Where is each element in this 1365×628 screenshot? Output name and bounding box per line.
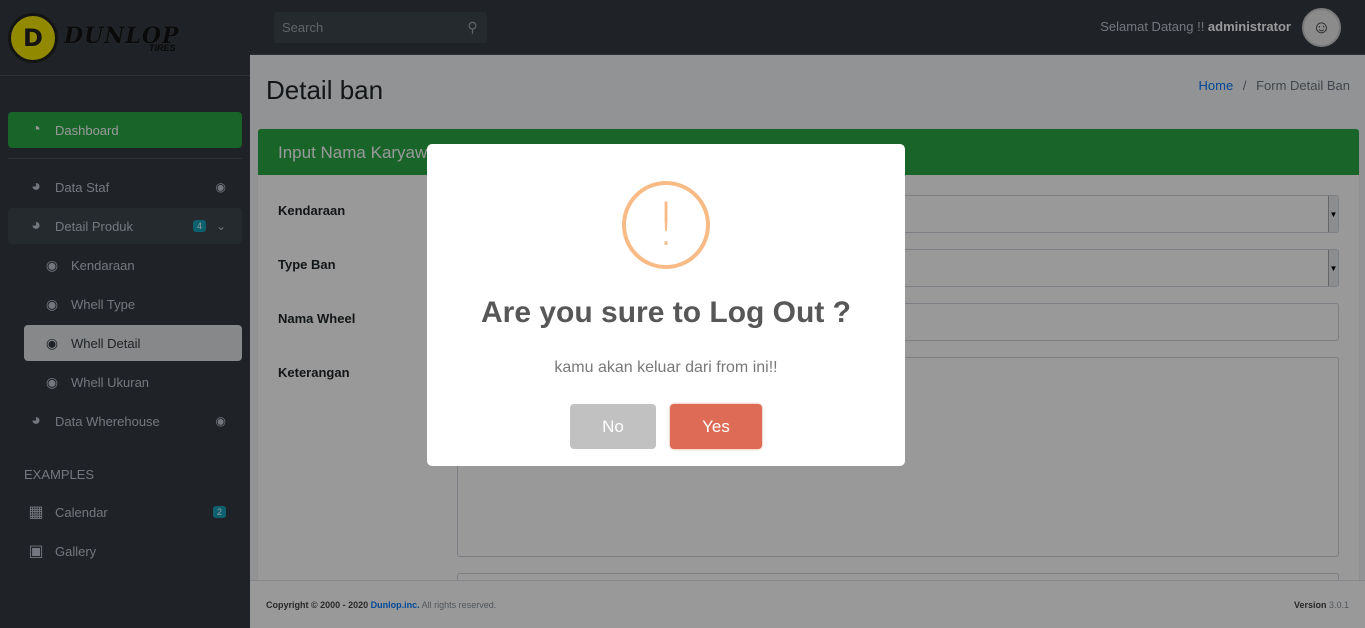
dialog-title: Are you sure to Log Out ? <box>480 296 851 329</box>
yes-button[interactable]: Yes <box>670 404 762 449</box>
logout-confirm-dialog: ! Are you sure to Log Out ? kamu akan ke… <box>427 144 905 466</box>
warning-icon: ! <box>622 181 710 269</box>
dialog-text: kamu akan keluar dari from ini!! <box>554 359 778 376</box>
no-button[interactable]: No <box>570 404 656 449</box>
